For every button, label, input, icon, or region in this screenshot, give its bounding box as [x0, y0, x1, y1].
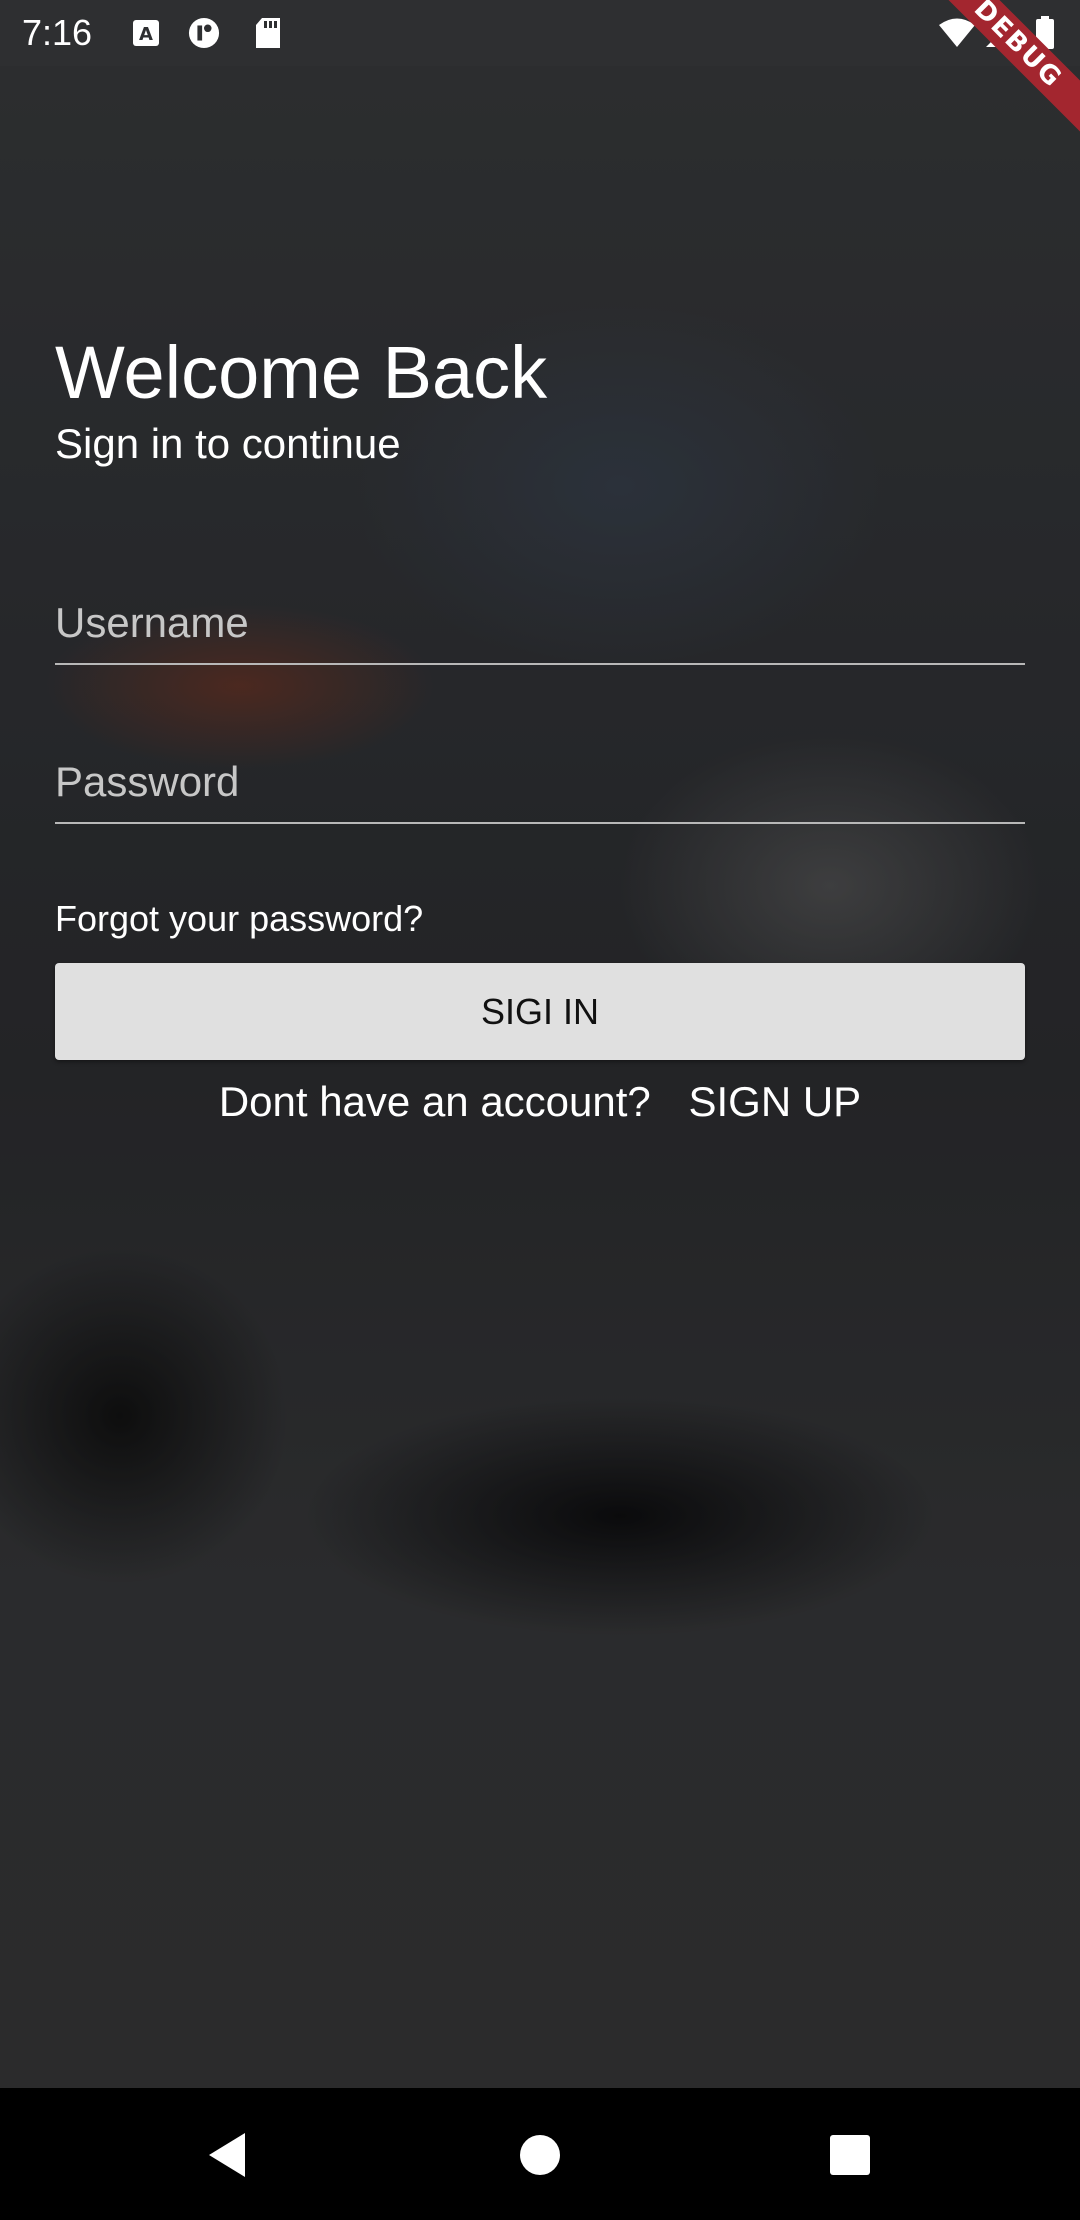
sd-card-icon: [252, 16, 284, 50]
sign-in-button[interactable]: SIGI IN: [55, 963, 1025, 1060]
page-title: Welcome Back: [55, 331, 548, 414]
no-account-text: Dont have an account?: [218, 1078, 651, 1125]
username-field[interactable]: [55, 583, 1025, 665]
navigation-bar: [0, 2088, 1080, 2220]
home-icon[interactable]: [513, 2128, 567, 2182]
page-subtitle: Sign in to continue: [55, 420, 401, 467]
status-time: 7:16: [22, 12, 93, 53]
svg-text:A: A: [139, 24, 153, 45]
status-bar: 7:16 A: [0, 0, 1080, 66]
vpn-icon: [188, 16, 220, 50]
login-screen: 7:16 A DEBUG Welcome Back Sign in to con…: [0, 0, 1080, 2220]
forgot-password-link[interactable]: Forgot your password?: [55, 898, 423, 940]
back-icon[interactable]: [200, 2128, 254, 2182]
password-input[interactable]: [55, 742, 1025, 822]
signup-prompt: Dont have an account? SIGN UP: [0, 1078, 1080, 1126]
recents-icon[interactable]: [823, 2128, 877, 2182]
a-text-icon: A: [130, 16, 162, 50]
username-input[interactable]: [55, 583, 1025, 663]
sign-up-link[interactable]: SIGN UP: [688, 1078, 861, 1126]
password-field[interactable]: [55, 742, 1025, 824]
